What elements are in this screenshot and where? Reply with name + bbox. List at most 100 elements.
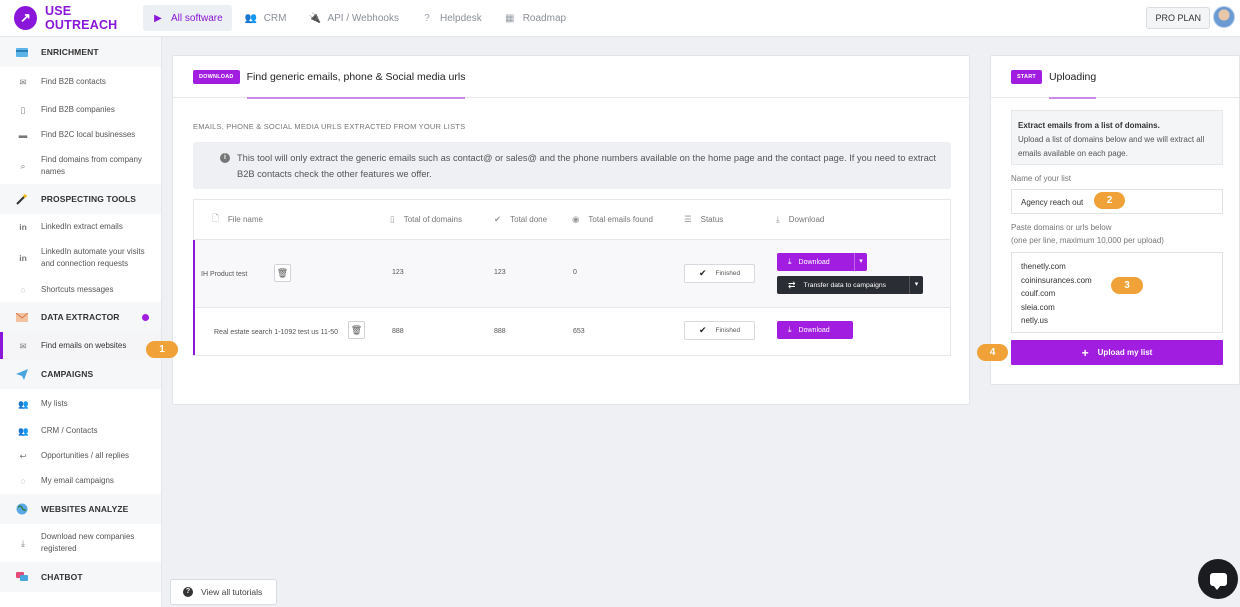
sidebar-item-my-email-campaigns[interactable]: ◌ My email campaigns <box>0 468 161 494</box>
users-icon: 👥 <box>18 425 29 436</box>
nav-helpdesk[interactable]: ? Helpdesk <box>412 5 491 31</box>
question-icon: ? <box>183 587 193 597</box>
file-name: Real estate search 1-1092 test us 11-50 <box>214 329 339 336</box>
building-icon: ▯ <box>20 104 26 115</box>
trash-icon[interactable]: 🗑 <box>274 264 291 282</box>
play-icon: ▶ <box>154 12 162 24</box>
users-icon: 👥 <box>244 12 258 24</box>
trash-icon[interactable]: 🗑 <box>348 321 365 339</box>
col-total-domains[interactable]: ▯ Total of domains <box>390 214 462 225</box>
nav-roadmap[interactable]: ▦ Roadmap <box>495 5 575 31</box>
sidebar-item-label: CRM / Contacts <box>41 425 98 435</box>
envelope-icon: ✉ <box>19 340 27 351</box>
paper-plane-icon <box>15 368 28 380</box>
section-campaigns[interactable]: CAMPAIGNS <box>0 359 161 389</box>
logo[interactable]: ↗ USE OUTREACH <box>0 0 143 37</box>
plan-badge[interactable]: PRO PLAN <box>1146 7 1210 29</box>
sidebar-item-crm-contacts[interactable]: 👥 CRM / Contacts <box>0 418 161 443</box>
envelope-icon: ✉ <box>19 77 27 87</box>
comment-icon: ◌ <box>20 284 26 295</box>
status-label: Finished <box>715 327 741 334</box>
download-icon: ⤓ <box>776 214 780 224</box>
section-chatbot[interactable]: CHATBOT <box>0 562 161 592</box>
nav-label: API / Webhooks <box>327 12 399 24</box>
reply-icon: ↩ <box>19 450 27 461</box>
nav-crm[interactable]: 👥 CRM <box>236 5 296 31</box>
sidebar-item-download-new-companies[interactable]: ⤓ Download new companies registered <box>0 524 161 562</box>
mail-icon <box>15 312 28 323</box>
section-prospecting[interactable]: PROSPECTING TOOLS <box>0 184 161 214</box>
check-icon: ✔ <box>494 214 502 224</box>
sidebar-item-label: Find domains from company names <box>41 154 142 176</box>
page-title: Find generic emails, phone & Social medi… <box>246 56 465 99</box>
sidebar-item-shortcuts[interactable]: ◌ Shortcuts messages <box>0 277 161 302</box>
plus-icon: + <box>1081 345 1089 360</box>
nav-all-software[interactable]: ▶ All software <box>143 5 232 31</box>
col-total-done[interactable]: ✔ Total done <box>494 214 547 225</box>
status-badge[interactable]: ✔ Finished <box>684 264 755 283</box>
col-status[interactable]: ☰ Status <box>684 214 723 225</box>
sidebar-item-my-lists[interactable]: 👥 My lists <box>0 389 161 418</box>
sidebar-item-find-b2c-local[interactable]: ▬ Find B2C local businesses <box>0 122 161 147</box>
transfer-data-button[interactable]: ⇄ Transfer data to campaigns ▾ <box>777 276 923 294</box>
download-button[interactable]: ⤓ Download ▾ <box>777 253 867 271</box>
info-box: i This tool will only extract the generi… <box>193 142 951 189</box>
sidebar-item-label: Shortcuts messages <box>41 284 114 294</box>
sidebar-item-find-emails-websites[interactable]: ✉ Find emails on websites <box>0 332 161 359</box>
domain-line: thenetly.com <box>1021 262 1066 271</box>
nav-label: Helpdesk <box>440 12 482 24</box>
sidebar: ENRICHMENT ✉ Find B2B contacts ▯ Find B2… <box>0 37 162 607</box>
col-label: Total emails found <box>588 215 653 224</box>
sidebar-item-label: Find emails on websites <box>41 340 127 350</box>
col-emails-found[interactable]: ◉ Total emails found <box>572 214 653 225</box>
sidebar-item-find-b2b-contacts[interactable]: ✉ Find B2B contacts <box>0 67 161 97</box>
sidebar-item-label: Opportunities / all replies <box>41 450 130 460</box>
sidebar-item-label: Download new companies registered <box>41 532 135 553</box>
upload-panel: START Uploading Extract emails from a li… <box>990 55 1240 385</box>
paste-label-line1: Paste domains or urls below <box>1011 223 1112 232</box>
sidebar-item-find-b2b-companies[interactable]: ▯ Find B2B companies <box>0 97 161 122</box>
section-enrichment[interactable]: ENRICHMENT <box>0 37 161 67</box>
nav-api-webhooks[interactable]: 🔌 API / Webhooks <box>299 5 408 31</box>
sidebar-item-find-domains[interactable]: ⌕ Find domains from company names <box>0 147 161 184</box>
col-label: Download <box>788 215 825 224</box>
upload-panel-header: START Uploading <box>991 56 1239 99</box>
main-panel-header: DOWNLOAD Find generic emails, phone & So… <box>173 56 969 99</box>
status-badge[interactable]: ✔ Finished <box>684 321 755 340</box>
linkedin-icon: in <box>19 221 27 232</box>
section-label: CHATBOT <box>41 572 83 582</box>
chevron-down-icon[interactable]: ▾ <box>854 253 867 271</box>
chevron-down-icon[interactable]: ▾ <box>909 276 923 294</box>
sidebar-item-linkedin-extract[interactable]: in LinkedIn extract emails <box>0 214 161 239</box>
col-label: File name <box>227 215 263 224</box>
step-marker-1: 1 <box>146 341 178 358</box>
section-label: ENRICHMENT <box>41 47 99 57</box>
chat-icon <box>15 572 28 583</box>
download-icon: ⤓ <box>788 257 792 266</box>
total-done: 888 <box>494 328 506 335</box>
step-marker-2: 2 <box>1094 192 1125 209</box>
download-button[interactable]: ⤓ Download <box>777 321 853 339</box>
col-file-name[interactable]: 🗋 File name <box>212 213 263 227</box>
section-websites-analyze[interactable]: WEBSITES ANALYZE <box>0 494 161 524</box>
domain-line: sleia.com <box>1021 302 1055 312</box>
col-download[interactable]: ⤓ Download <box>776 214 824 225</box>
avatar[interactable] <box>1213 6 1235 28</box>
sidebar-item-opportunities[interactable]: ↩ Opportunities / all replies <box>0 443 161 468</box>
total-done: 123 <box>494 269 506 276</box>
section-data-extractor[interactable]: DATA EXTRACTOR <box>0 302 161 332</box>
sidebar-item-label: My email campaigns <box>41 476 114 485</box>
nav-label: Roadmap <box>522 12 567 24</box>
check-icon: ✔ <box>698 325 707 335</box>
sidebar-item-label: My lists <box>41 398 68 408</box>
question-icon: ? <box>424 12 430 24</box>
sidebar-item-label: Find B2C local businesses <box>41 129 136 139</box>
info-text: This tool will only extract the generic … <box>237 153 936 179</box>
users-icon: 👥 <box>18 398 29 409</box>
chat-widget-button[interactable] <box>1198 559 1238 599</box>
upload-list-button[interactable]: + Upload my list <box>1011 340 1223 365</box>
view-tutorials-button[interactable]: ? View all tutorials <box>170 579 277 605</box>
sidebar-item-linkedin-automate[interactable]: in LinkedIn automate your visits and con… <box>0 239 161 277</box>
col-label: Total of domains <box>403 215 462 224</box>
start-badge: START <box>1011 69 1042 84</box>
